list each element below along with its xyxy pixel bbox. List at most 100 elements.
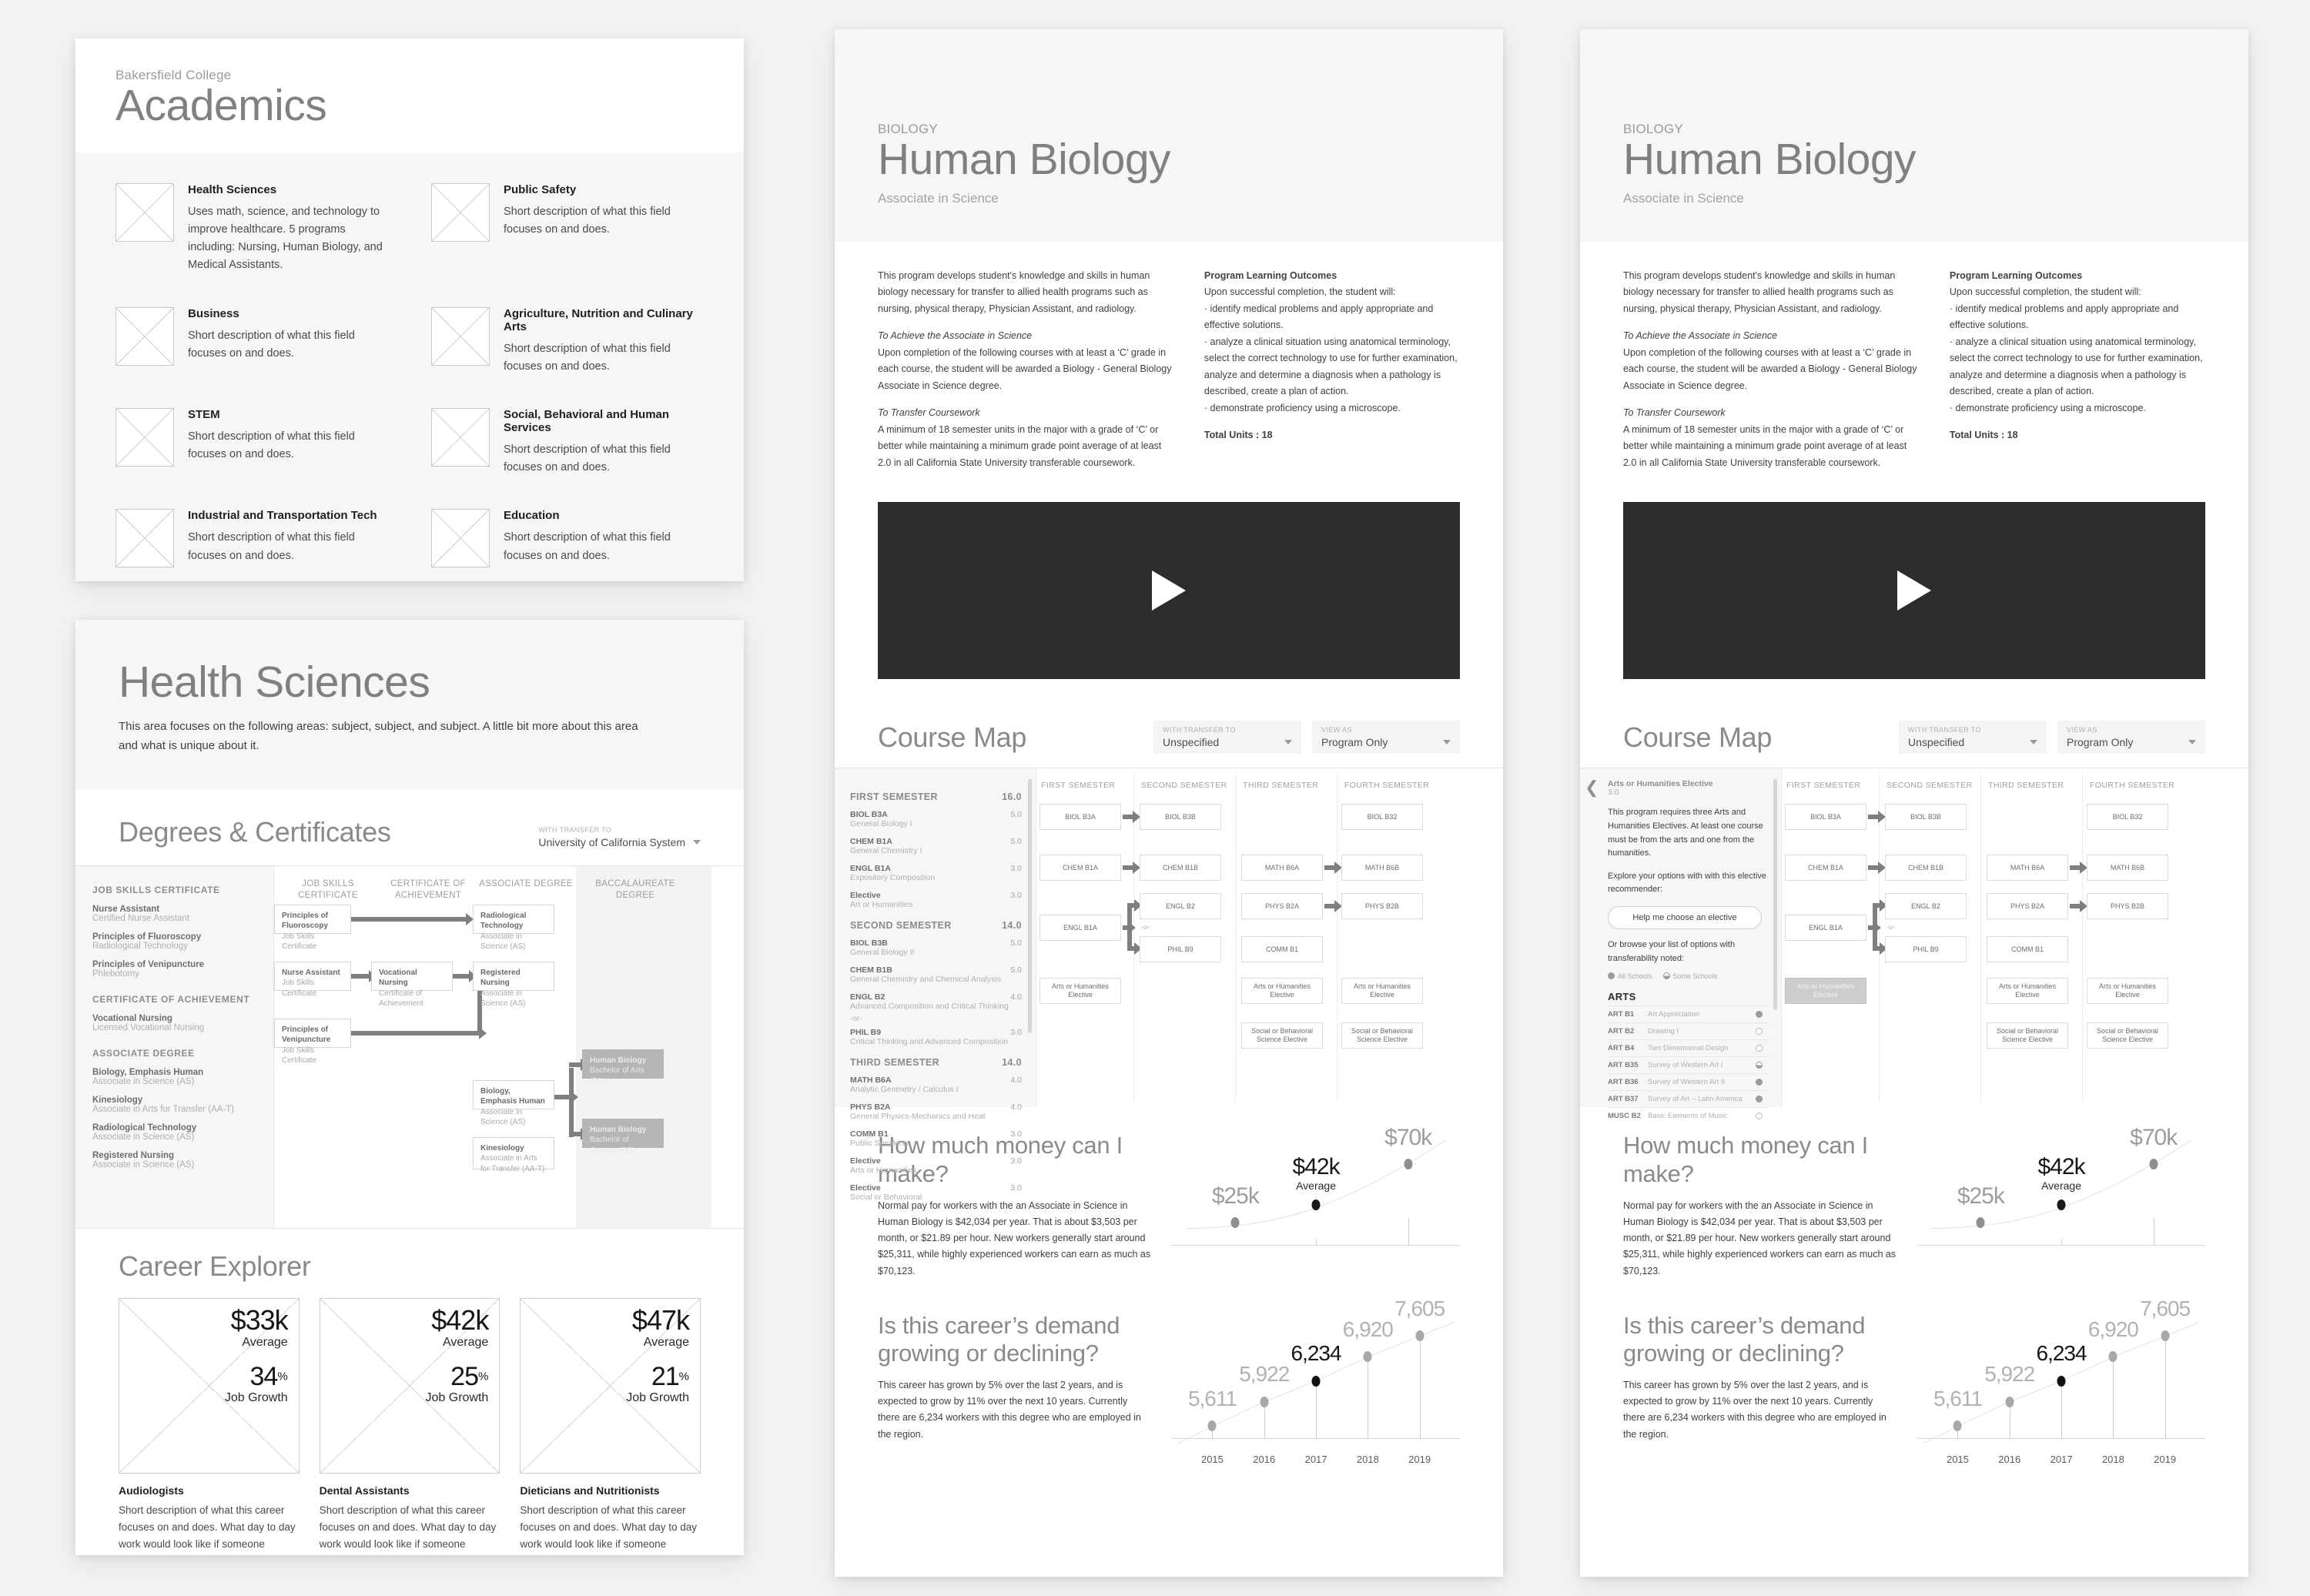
pathway-node[interactable]: Vocational Nursing Certificate of Achieve… — [371, 961, 453, 1008]
course-row[interactable]: BIOL B3B General Biology II 5.0 — [850, 939, 1022, 957]
pathway-node-baccalaureate[interactable]: Human Biology Bachelor of Arts (BA) — [582, 1049, 664, 1086]
degree-list-item[interactable]: Biology, Emphasis Human Associate in Scie… — [92, 1068, 256, 1086]
course-node[interactable]: Arts or Humanities Elective — [1785, 978, 1866, 1005]
course-node[interactable]: MATH B6A — [1241, 855, 1323, 882]
course-node[interactable]: Social or Behavioral Science Elective — [1987, 1022, 2068, 1049]
course-row[interactable]: MATH B6A Analytic Geometry / Calculus I 4.… — [850, 1076, 1022, 1094]
degree-list-item[interactable]: Nurse Assistant Certified Nurse Assistant — [92, 905, 256, 923]
pathway-node[interactable]: Radiological Technology Associate in Scie… — [473, 904, 554, 951]
course-node[interactable]: ENGL B1A — [1040, 915, 1121, 942]
pathway-node[interactable]: Nurse Assistant Job Skills Certificate — [274, 961, 351, 998]
degree-list-item[interactable]: Radiological Technology Associate in Scie… — [92, 1123, 256, 1142]
course-node[interactable]: BIOL B3B — [1140, 804, 1221, 831]
course-row[interactable]: Elective Arts or Humanities 3.0 — [850, 1156, 1022, 1175]
academic-area-item[interactable]: Business Short description of what this f… — [116, 306, 388, 376]
course-node[interactable]: COMM B1 — [1987, 936, 2068, 963]
course-node[interactable]: ENGL B1A — [1785, 915, 1866, 942]
course-node[interactable]: Social or Behavioral Science Elective — [1341, 1022, 1423, 1049]
pathway-node[interactable]: Principles of Venipuncture Job Skills Cer… — [274, 1018, 351, 1065]
course-node[interactable]: Arts or Humanities Elective — [1241, 978, 1323, 1005]
course-node[interactable]: Arts or Humanities Elective — [2087, 978, 2168, 1005]
course-row[interactable]: PHYS B2A General Physics-Mechanics and He… — [850, 1102, 1022, 1121]
course-node[interactable]: COMM B1 — [1241, 936, 1323, 963]
course-row[interactable]: ENGL B1A Expository Composition 3.0 — [850, 864, 1022, 882]
help-choose-elective-button[interactable]: Help me choose an elective — [1608, 905, 1762, 929]
pathway-node-baccalaureate[interactable]: Human Biology Bachelor of Science (BS) — [582, 1118, 664, 1155]
course-node[interactable]: BIOL B3B — [1885, 804, 1967, 831]
degree-list-item[interactable]: Principles of Fluoroscopy Radiological Te… — [92, 932, 256, 951]
academic-area-item[interactable]: Health Sciences Uses math, science, and t… — [116, 182, 388, 275]
transferability-dot-icon — [1756, 1028, 1763, 1036]
course-row[interactable]: Elective Social or Behavioral 3.0 — [850, 1183, 1022, 1202]
elective-course-row[interactable]: ART B1 Art Appreciation — [1608, 1005, 1769, 1022]
course-node[interactable]: MATH B6B — [2087, 855, 2168, 882]
academic-area-item[interactable]: Public Safety Short description of what t… — [431, 182, 704, 275]
course-node[interactable]: PHYS B2A — [1241, 893, 1323, 920]
degrees-list[interactable]: JOB SKILLS CERTIFICATE Nurse Assistant Cer… — [75, 865, 274, 1228]
elective-recommender-panel[interactable]: ❮ Arts or Humanities Elective 3.0 This prog… — [1580, 768, 1782, 1120]
course-row[interactable]: ENGL B2 Advanced Composition and Critical… — [850, 992, 1022, 1011]
elective-course-row[interactable]: ART B35 Survey of Western Art I — [1608, 1056, 1769, 1073]
course-node[interactable]: Social or Behavioral Science Elective — [1241, 1022, 1323, 1049]
course-row[interactable]: COMM B1 Public Speaking 3.0 — [850, 1129, 1022, 1148]
career-card[interactable]: $33k Average 34% Job Growth Audiologists Shor… — [119, 1297, 300, 1555]
course-node[interactable]: MATH B6A — [1987, 855, 2068, 882]
program-video-player[interactable] — [878, 502, 1460, 680]
back-chevron-icon[interactable]: ❮ — [1585, 779, 1599, 796]
course-node[interactable]: Social or Behavioral Science Elective — [2087, 1022, 2168, 1049]
course-node[interactable]: Arts or Humanities Elective — [1341, 978, 1423, 1005]
view-as-dropdown[interactable]: VIEW AS Program Only — [1312, 721, 1460, 755]
elective-course-row[interactable]: ART B37 Survey of Art – Latin America — [1608, 1090, 1769, 1107]
course-row[interactable]: BIOL B3A General Biology I 5.0 — [850, 810, 1022, 828]
course-node[interactable]: PHIL B9 — [1885, 936, 1967, 963]
course-node[interactable]: PHYS B2B — [1341, 893, 1423, 920]
elective-course-row[interactable]: ART B36 Survey of Western Art II — [1608, 1073, 1769, 1090]
transfer-to-dropdown[interactable]: WITH TRANSFER TO Unspecified — [1899, 721, 2047, 755]
course-node[interactable]: CHEM B1B — [1885, 855, 1967, 882]
course-node[interactable]: ENGL B2 — [1885, 893, 1967, 920]
transfer-to-dropdown[interactable]: WITH TRANSFER TO Unspecified — [1153, 721, 1301, 755]
course-node[interactable]: PHYS B2A — [1987, 893, 2068, 920]
course-node[interactable]: CHEM B1A — [1040, 855, 1121, 882]
transfer-to-dropdown[interactable]: WITH TRANSFER TO University of Californi… — [538, 826, 701, 848]
course-node[interactable]: MATH B6B — [1341, 855, 1423, 882]
course-row[interactable]: CHEM B1B General Chemistry and Chemical A… — [850, 965, 1022, 984]
course-node[interactable]: Arts or Humanities Elective — [1040, 978, 1121, 1005]
course-list-sidebar[interactable]: FIRST SEMESTER 16.0 BIOL B3A General Biolog… — [835, 768, 1036, 1202]
program-video-player[interactable] — [1623, 502, 2205, 680]
course-row[interactable]: Elective Art or Humanities 3.0 — [850, 891, 1022, 909]
scrollbar-thumb[interactable] — [1028, 779, 1032, 1034]
academic-area-item[interactable]: Education Short description of what this … — [431, 509, 704, 568]
career-card[interactable]: $42k Average 25% Job Growth Dental Assistant… — [319, 1297, 500, 1555]
elective-course-row[interactable]: MUSC B2 Basic Elements of Music — [1608, 1107, 1769, 1124]
course-node[interactable]: BIOL B3A — [1040, 804, 1121, 831]
view-as-dropdown[interactable]: VIEW AS Program Only — [2057, 721, 2205, 755]
degree-list-item[interactable]: Vocational Nursing Licensed Vocational Nu… — [92, 1014, 256, 1032]
elective-course-row[interactable]: ART B4 Two Dimensional Design — [1608, 1039, 1769, 1056]
course-node[interactable]: CHEM B1B — [1140, 855, 1221, 882]
career-card[interactable]: $47k Average 21% Job Growth Dieticians and N… — [520, 1297, 701, 1555]
course-row[interactable]: PHIL B9 Critical Thinking and Advanced Co… — [850, 1028, 1022, 1046]
course-node[interactable]: BIOL B32 — [1341, 804, 1423, 831]
academic-area-item[interactable]: Industrial and Transportation Tech Short … — [116, 509, 388, 568]
degree-list-item[interactable]: Kinesiology Associate in Arts for Transfe… — [92, 1096, 256, 1114]
course-node[interactable]: BIOL B32 — [2087, 804, 2168, 831]
degree-list-item[interactable]: Principles of Venipuncture Phlebotomy — [92, 960, 256, 979]
pathway-node[interactable]: Registered Nursing Associate in Science (… — [473, 961, 554, 1008]
course-node[interactable]: PHIL B9 — [1140, 936, 1221, 963]
course-node[interactable]: ENGL B2 — [1140, 893, 1221, 920]
pathway-node[interactable]: Kinesiology Associate in Arts for Transfe… — [473, 1136, 554, 1173]
academic-area-item[interactable]: Social, Behavioral and Human Services Sho… — [431, 407, 704, 477]
course-row[interactable]: CHEM B1A General Chemistry I 5.0 — [850, 837, 1022, 855]
scrollbar-thumb[interactable] — [1773, 779, 1777, 1011]
degree-list-item[interactable]: Registered Nursing Associate in Science (… — [92, 1151, 256, 1169]
course-node[interactable]: BIOL B3A — [1785, 804, 1866, 831]
course-node[interactable]: Arts or Humanities Elective — [1987, 978, 2068, 1005]
academic-area-item[interactable]: Agriculture, Nutrition and Culinary Arts… — [431, 306, 704, 376]
pathway-node[interactable]: Biology, Emphasis Human Associate in Scie… — [473, 1079, 554, 1126]
course-node[interactable]: PHYS B2B — [2087, 893, 2168, 920]
academic-area-item[interactable]: STEM Short description of what this field… — [116, 407, 388, 477]
course-node[interactable]: CHEM B1A — [1785, 855, 1866, 882]
elective-course-row[interactable]: ART B2 Drawing I — [1608, 1022, 1769, 1039]
pathway-node[interactable]: Principles of Fluoroscopy Job Skills Cert… — [274, 904, 351, 951]
